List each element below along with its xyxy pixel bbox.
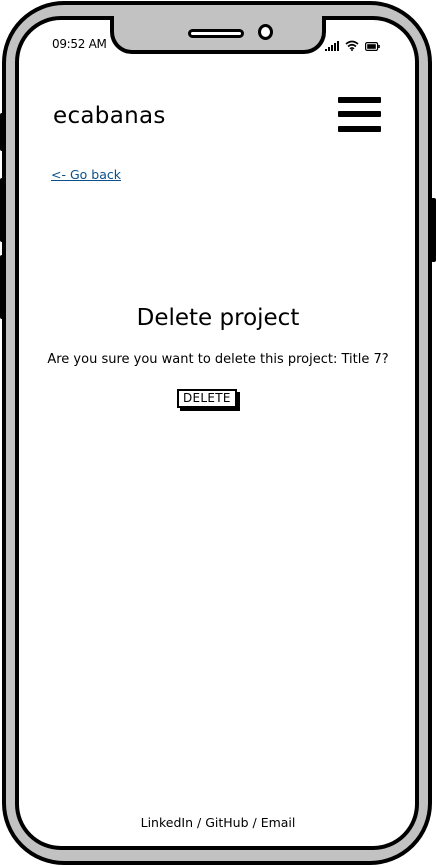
wifi-icon: [345, 40, 359, 51]
power-button: [431, 198, 436, 262]
hamburger-menu-icon[interactable]: [338, 97, 381, 133]
screen: [15, 16, 419, 850]
footer: LinkedIn / GitHub / Email: [28, 815, 408, 830]
linkedin-link[interactable]: LinkedIn: [141, 815, 193, 830]
speaker-icon: [188, 29, 244, 38]
page-title: Delete project: [136, 305, 300, 331]
silent-switch: [0, 113, 5, 151]
battery-icon: [365, 42, 380, 51]
go-back-link[interactable]: <- Go back: [51, 167, 121, 182]
status-icons: [325, 37, 380, 51]
phone-mockup: 09:52 AM ecabanas <- Go back Delete proj…: [0, 0, 436, 867]
volume-down-button: [0, 255, 5, 319]
delete-button[interactable]: DELETE: [177, 389, 237, 408]
camera-icon: [258, 24, 273, 40]
brand-logo[interactable]: ecabanas: [53, 103, 166, 129]
confirm-message: Are you sure you want to delete this pro…: [47, 352, 389, 367]
volume-up-button: [0, 178, 5, 242]
status-time: 09:52 AM: [52, 37, 107, 51]
email-link[interactable]: Email: [261, 815, 296, 830]
footer-separator: /: [248, 815, 261, 830]
signal-icon: [325, 41, 339, 51]
footer-separator: /: [193, 815, 206, 830]
github-link[interactable]: GitHub: [205, 815, 248, 830]
